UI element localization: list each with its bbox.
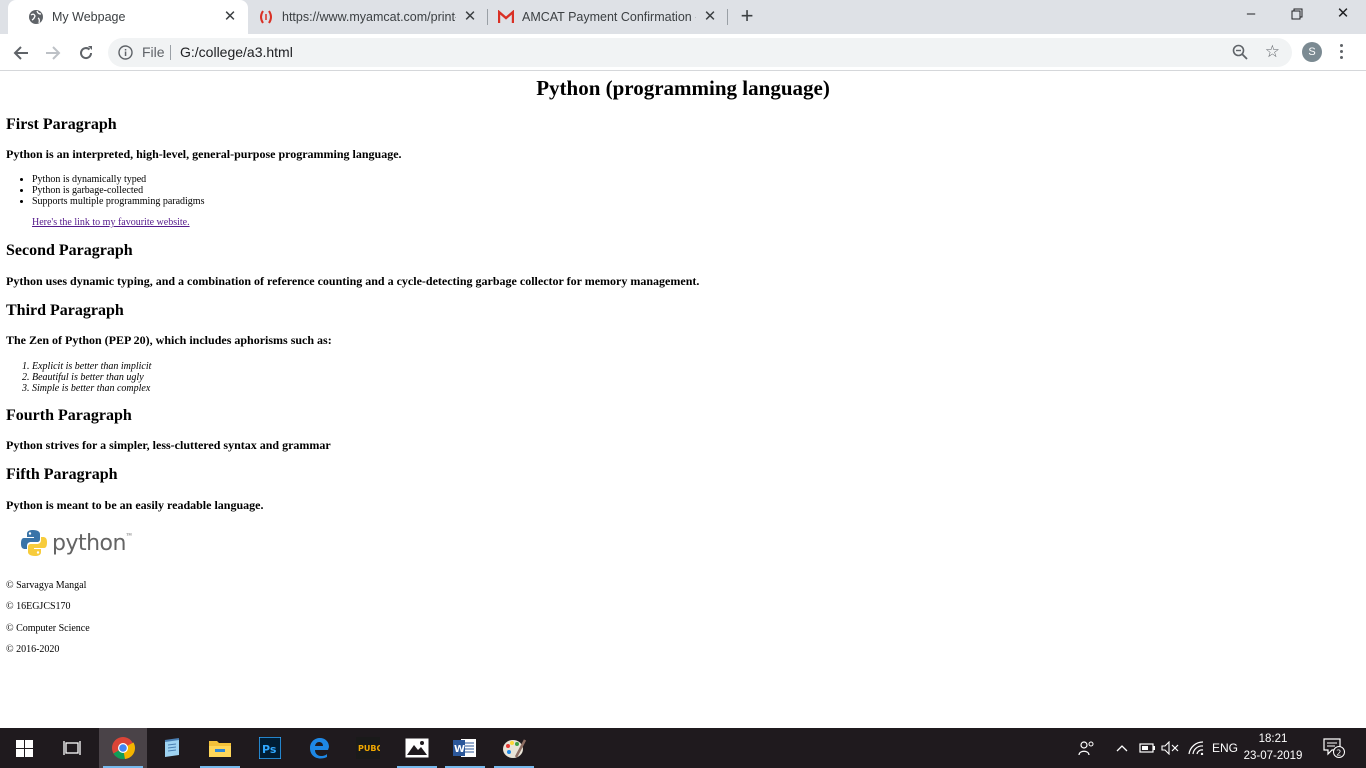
list-item: Explicit is better than implicit [32, 361, 151, 372]
wifi-icon[interactable] [1188, 728, 1204, 768]
favourite-website-link[interactable]: Here's the link to my favourite website. [32, 217, 190, 228]
input-language-indicator[interactable]: ENG [1212, 728, 1238, 768]
feature-list: Python is dynamically typed Python is ga… [32, 174, 204, 207]
reload-button[interactable] [73, 40, 99, 66]
show-hidden-icons-chevron-icon[interactable] [1116, 728, 1128, 768]
list-item: Simple is better than complex [32, 383, 151, 394]
section-text: Python strives for a simpler, less-clutt… [6, 438, 331, 452]
footer-line: © 16EGJCS170 [6, 601, 71, 612]
close-window-button[interactable]: ✕ [1320, 0, 1366, 30]
restore-button[interactable] [1274, 0, 1320, 30]
photos-icon[interactable] [393, 728, 441, 768]
pubg-icon[interactable]: PUBG [344, 728, 392, 768]
section-text: The Zen of Python (PEP 20), which includ… [6, 333, 332, 347]
list-item: Supports multiple programming paradigms [32, 196, 204, 207]
svg-text:Ps: Ps [262, 743, 277, 756]
zen-list: Explicit is better than implicit Beautif… [32, 361, 151, 394]
new-tab-button[interactable]: + [737, 5, 757, 27]
kebab-menu-icon[interactable] [1336, 43, 1346, 61]
close-tab-icon[interactable]: ✕ [462, 9, 478, 25]
tab-title: https://www.myamcat.com/print- [282, 10, 456, 24]
gmail-icon [498, 9, 514, 25]
footer-line: © 2016-2020 [6, 644, 60, 655]
section-heading: Fourth Paragraph [6, 407, 132, 424]
info-icon[interactable] [118, 45, 133, 63]
footer-line: © Sarvagya Mangal [6, 580, 87, 591]
task-view-icon[interactable] [48, 728, 96, 768]
section-text: Python is an interpreted, high-level, ge… [6, 147, 402, 161]
notepad-icon[interactable] [148, 728, 196, 768]
section-text: Python is meant to be an easily readable… [6, 498, 264, 512]
chrome-icon[interactable] [99, 728, 147, 768]
paint-icon[interactable] [490, 728, 538, 768]
edge-icon[interactable] [295, 728, 343, 768]
clock-time: 18:21 [1258, 733, 1288, 745]
windows-start-icon[interactable] [0, 728, 48, 768]
section-text: Python uses dynamic typing, and a combin… [6, 274, 700, 288]
address-divider [170, 45, 171, 60]
battery-icon[interactable] [1138, 728, 1156, 768]
file-explorer-icon[interactable] [196, 728, 244, 768]
section-heading: Second Paragraph [6, 242, 133, 259]
tab-title: AMCAT Payment Confirmation - [522, 10, 696, 24]
clock-date: 23-07-2019 [1243, 750, 1303, 762]
forward-button[interactable] [40, 40, 66, 66]
notification-count: 2 [1336, 749, 1341, 758]
word-icon[interactable]: W [441, 728, 489, 768]
scheme-label: File [142, 44, 165, 60]
windows-taskbar: Ps PUBG W ENG 18:21 23-07-2019 2 [0, 728, 1366, 768]
list-item: Beautiful is better than ugly [32, 372, 151, 383]
python-logo: python ™ [20, 529, 132, 557]
taskbar-clock[interactable]: 18:21 23-07-2019 [1242, 731, 1304, 765]
list-item: Python is dynamically typed [32, 174, 204, 185]
section-heading: First Paragraph [6, 116, 117, 133]
tab-strip: My Webpage ✕ https://www.myamcat.com/pri… [0, 0, 1366, 34]
amcat-icon [258, 9, 274, 25]
photoshop-icon[interactable]: Ps [246, 728, 294, 768]
people-icon[interactable] [1078, 728, 1096, 768]
list-item: Python is garbage-collected [32, 185, 204, 196]
tab-my-webpage[interactable]: My Webpage ✕ [8, 0, 248, 34]
python-snake-icon [21, 530, 47, 556]
page-title: Python (programming language) [536, 76, 830, 100]
tab-amcat-payment[interactable]: AMCAT Payment Confirmation - ✕ [488, 0, 728, 34]
trademark-mark: ™ [125, 533, 132, 539]
back-button[interactable] [8, 40, 34, 66]
tab-title: My Webpage [52, 10, 126, 24]
url-text[interactable]: G:/college/a3.html [180, 44, 293, 60]
python-logo-text: python [52, 530, 126, 556]
footer-line: © Computer Science [6, 623, 90, 634]
section-heading: Third Paragraph [6, 302, 124, 319]
zoom-icon[interactable] [1232, 44, 1248, 63]
close-tab-icon[interactable]: ✕ [222, 9, 238, 25]
action-center-icon[interactable]: 2 [1323, 728, 1345, 768]
minimize-button[interactable]: – [1228, 0, 1274, 30]
svg-text:PUBG: PUBG [358, 744, 380, 753]
section-heading: Fifth Paragraph [6, 466, 118, 483]
tab-myamcat[interactable]: https://www.myamcat.com/print- ✕ [248, 0, 488, 34]
volume-muted-icon[interactable] [1161, 728, 1179, 768]
address-bar[interactable]: File G:/college/a3.html ☆ [108, 38, 1292, 67]
globe-icon [28, 9, 44, 25]
close-tab-icon[interactable]: ✕ [702, 9, 718, 25]
page-content: Python (programming language) First Para… [0, 72, 1366, 728]
bookmark-star-icon[interactable]: ☆ [1265, 42, 1280, 62]
tab-separator [727, 9, 728, 25]
browser-toolbar: File G:/college/a3.html ☆ S [0, 34, 1366, 71]
profile-avatar[interactable]: S [1302, 42, 1322, 62]
svg-text:W: W [454, 744, 465, 755]
